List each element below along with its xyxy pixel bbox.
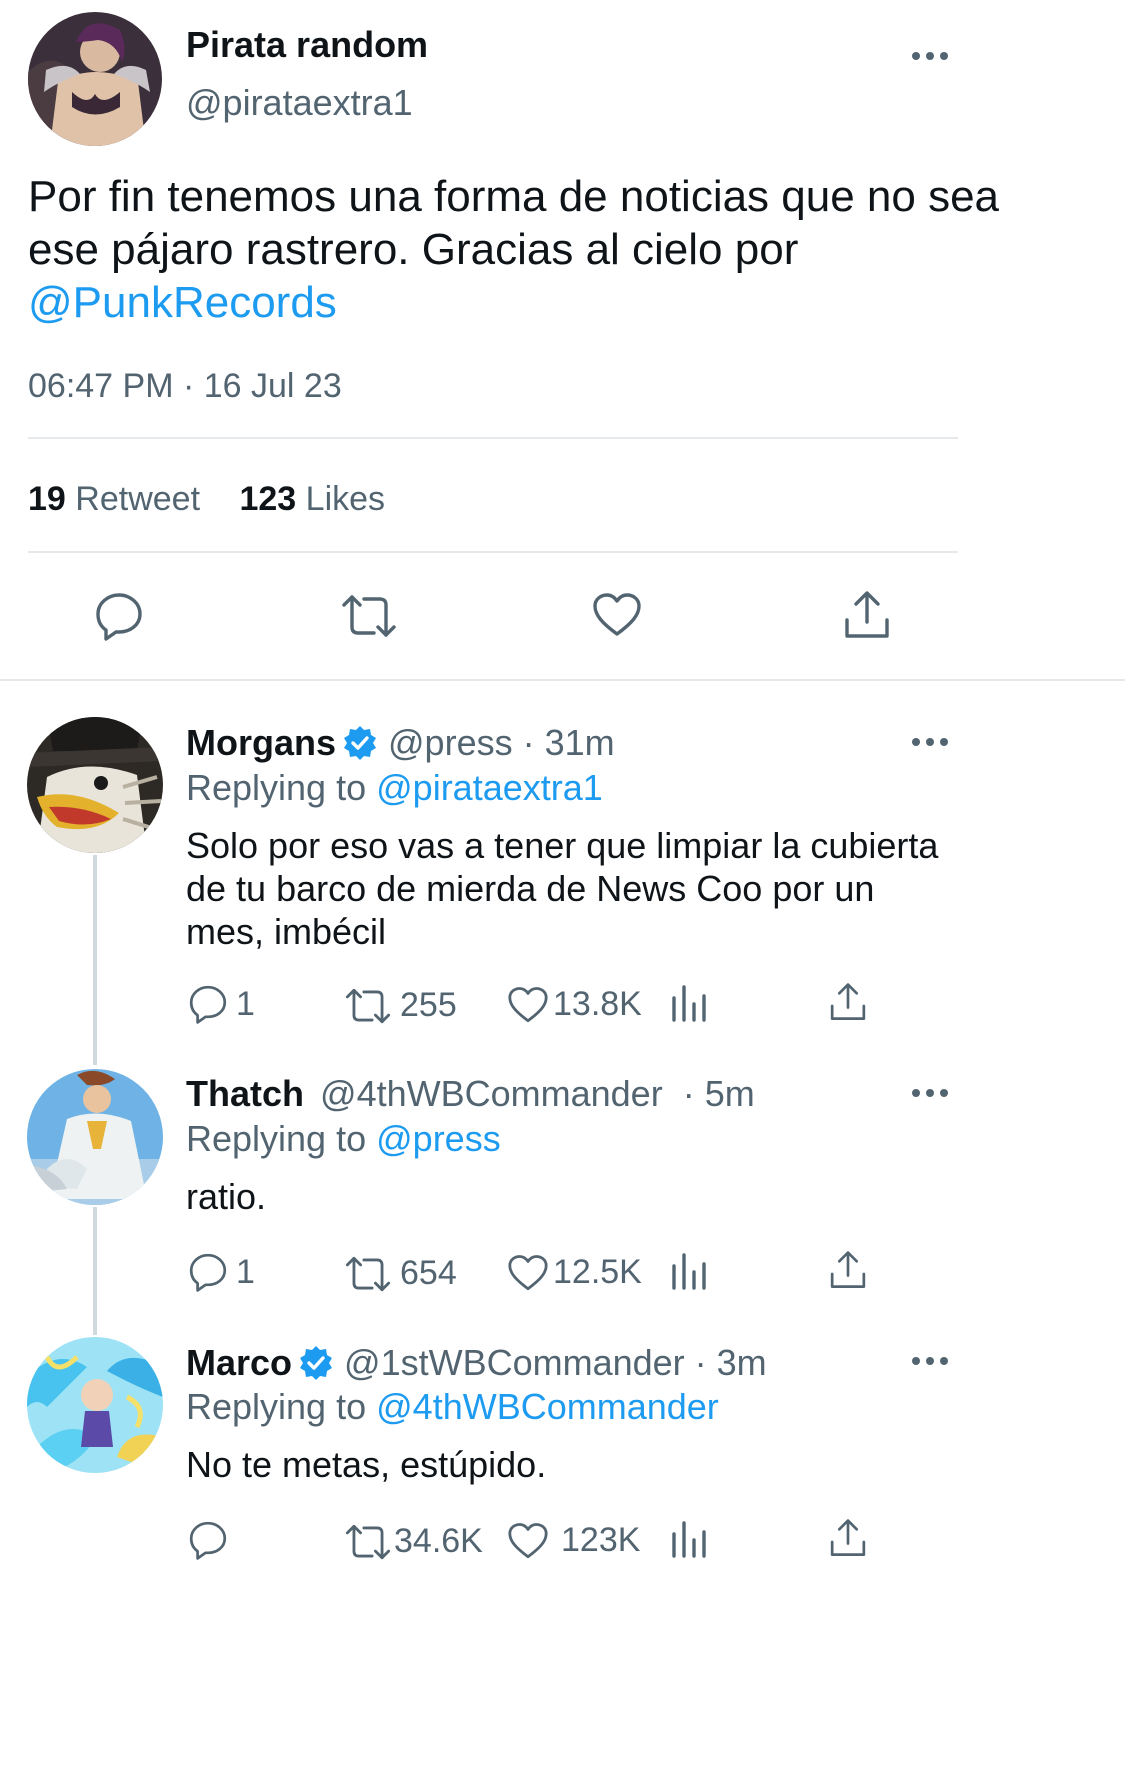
retweet-count: 255	[400, 986, 457, 1024]
retweet-count: 19	[28, 480, 66, 518]
reply-icon	[189, 1521, 227, 1560]
reply-text: ratio.	[186, 1176, 267, 1217]
retweet-button[interactable]: 34.6K	[344, 1522, 483, 1561]
like-icon	[508, 1254, 548, 1290]
like-count: 12.5K	[553, 1253, 642, 1291]
display-name[interactable]: Thatch	[186, 1073, 304, 1114]
avatar[interactable]	[27, 1337, 163, 1473]
retweet-icon	[342, 595, 396, 637]
like-icon	[593, 593, 641, 636]
views-button[interactable]	[671, 1520, 707, 1558]
like-button[interactable]: 13.8K	[507, 985, 642, 1024]
reply-header: Thatch @4thWBCommander · 5m	[186, 1073, 755, 1115]
avatar[interactable]	[27, 1069, 163, 1205]
retweet-count: 34.6K	[394, 1522, 483, 1560]
views-icon	[672, 985, 706, 1022]
more-icon[interactable]	[912, 738, 948, 746]
retweet-button[interactable]: 654	[344, 1254, 457, 1293]
like-count: 13.8K	[553, 985, 642, 1023]
replying-to: Replying to @4thWBCommander	[186, 1386, 719, 1428]
share-button[interactable]	[829, 1518, 867, 1558]
mention-link[interactable]: @PunkRecords	[28, 278, 337, 327]
like-icon	[508, 1522, 548, 1558]
handle[interactable]: @1stWBCommander	[344, 1342, 685, 1384]
thread-line	[93, 1207, 97, 1335]
like-button[interactable]	[592, 592, 642, 638]
timestamp[interactable]: 06:47 PM · 16 Jul 23	[28, 367, 342, 406]
more-icon[interactable]	[912, 1357, 948, 1365]
reply-text: No te metas, estúpido.	[186, 1444, 547, 1485]
handle[interactable]: @4thWBCommander	[320, 1073, 663, 1114]
share-button[interactable]	[829, 982, 867, 1022]
display-name[interactable]: Morgans	[186, 722, 336, 764]
like-count: 123K	[561, 1521, 641, 1559]
reply-button[interactable]	[94, 591, 144, 641]
retweet-button[interactable]: 255	[344, 986, 457, 1025]
reply-count: 1	[236, 984, 255, 1023]
thread-line	[93, 855, 97, 1065]
replying-to: Replying to @press	[186, 1118, 501, 1160]
reply-count: 1	[236, 1252, 255, 1291]
like-button[interactable]: 123K	[507, 1521, 640, 1560]
share-icon	[830, 1251, 866, 1288]
tweet-body: Por fin tenemos una forma de noticias qu…	[28, 172, 1000, 274]
avatar[interactable]	[27, 717, 163, 853]
like-icon	[508, 986, 548, 1022]
retweet-count: 654	[400, 1254, 457, 1292]
reply-button[interactable]	[188, 1520, 236, 1560]
retweet-icon	[345, 988, 391, 1023]
views-icon	[672, 1253, 706, 1290]
replying-label: Replying to	[186, 767, 367, 808]
share-button[interactable]	[829, 1250, 867, 1290]
like-count: 123	[239, 480, 297, 518]
reply-icon	[189, 985, 227, 1024]
display-name[interactable]: Pirata random	[186, 24, 428, 66]
section-divider	[0, 679, 1125, 681]
more-icon[interactable]	[912, 52, 948, 60]
avatar[interactable]	[28, 12, 162, 146]
share-icon	[830, 983, 866, 1020]
retweet-button[interactable]	[340, 593, 398, 639]
reply-header: Morgans @press · 31m	[186, 722, 615, 764]
share-icon	[830, 1519, 866, 1556]
mention-link[interactable]: @press	[376, 1118, 501, 1159]
likes-stat[interactable]: 123 Likes	[239, 480, 385, 518]
divider	[28, 551, 958, 553]
reply-text: Solo por eso vas a tener que limpiar la …	[186, 825, 939, 952]
verified-badge-icon	[300, 1346, 333, 1380]
handle[interactable]: @press	[388, 722, 513, 764]
engagement-stats: 19 Retweet 123 Likes	[28, 480, 385, 519]
timestamp[interactable]: · 3m	[695, 1342, 767, 1384]
views-button[interactable]	[671, 1252, 707, 1290]
divider	[28, 437, 958, 439]
reply-icon	[96, 593, 142, 641]
replying-to: Replying to @pirataextra1	[186, 767, 603, 809]
mention-link[interactable]: @4thWBCommander	[376, 1386, 719, 1427]
share-icon	[845, 591, 889, 638]
tweet-text: Por fin tenemos una forma de noticias qu…	[28, 170, 1028, 329]
retweet-icon	[345, 1524, 391, 1559]
likes-label: Likes	[305, 480, 386, 518]
verified-badge-icon	[344, 726, 377, 760]
display-name[interactable]: Marco	[186, 1342, 292, 1384]
retweet-label: Retweet	[75, 480, 201, 518]
retweet-stat[interactable]: 19 Retweet	[28, 480, 209, 518]
reply-icon	[189, 1253, 227, 1292]
reply-button[interactable]: 1	[188, 1252, 255, 1292]
retweet-icon	[345, 1256, 391, 1291]
like-button[interactable]: 12.5K	[507, 1253, 642, 1292]
timestamp[interactable]: · 31m	[523, 722, 615, 764]
reply-button[interactable]: 1	[188, 984, 255, 1024]
timestamp[interactable]: · 5m	[683, 1073, 755, 1114]
mention-link[interactable]: @pirataextra1	[376, 767, 603, 808]
share-button[interactable]	[843, 590, 891, 640]
views-button[interactable]	[671, 984, 707, 1022]
more-icon[interactable]	[912, 1089, 948, 1097]
reply-header: Marco @1stWBCommander · 3m	[186, 1342, 767, 1384]
replying-label: Replying to	[186, 1118, 367, 1159]
views-icon	[672, 1521, 706, 1558]
handle[interactable]: @pirataextra1	[186, 82, 413, 124]
replying-label: Replying to	[186, 1386, 367, 1427]
